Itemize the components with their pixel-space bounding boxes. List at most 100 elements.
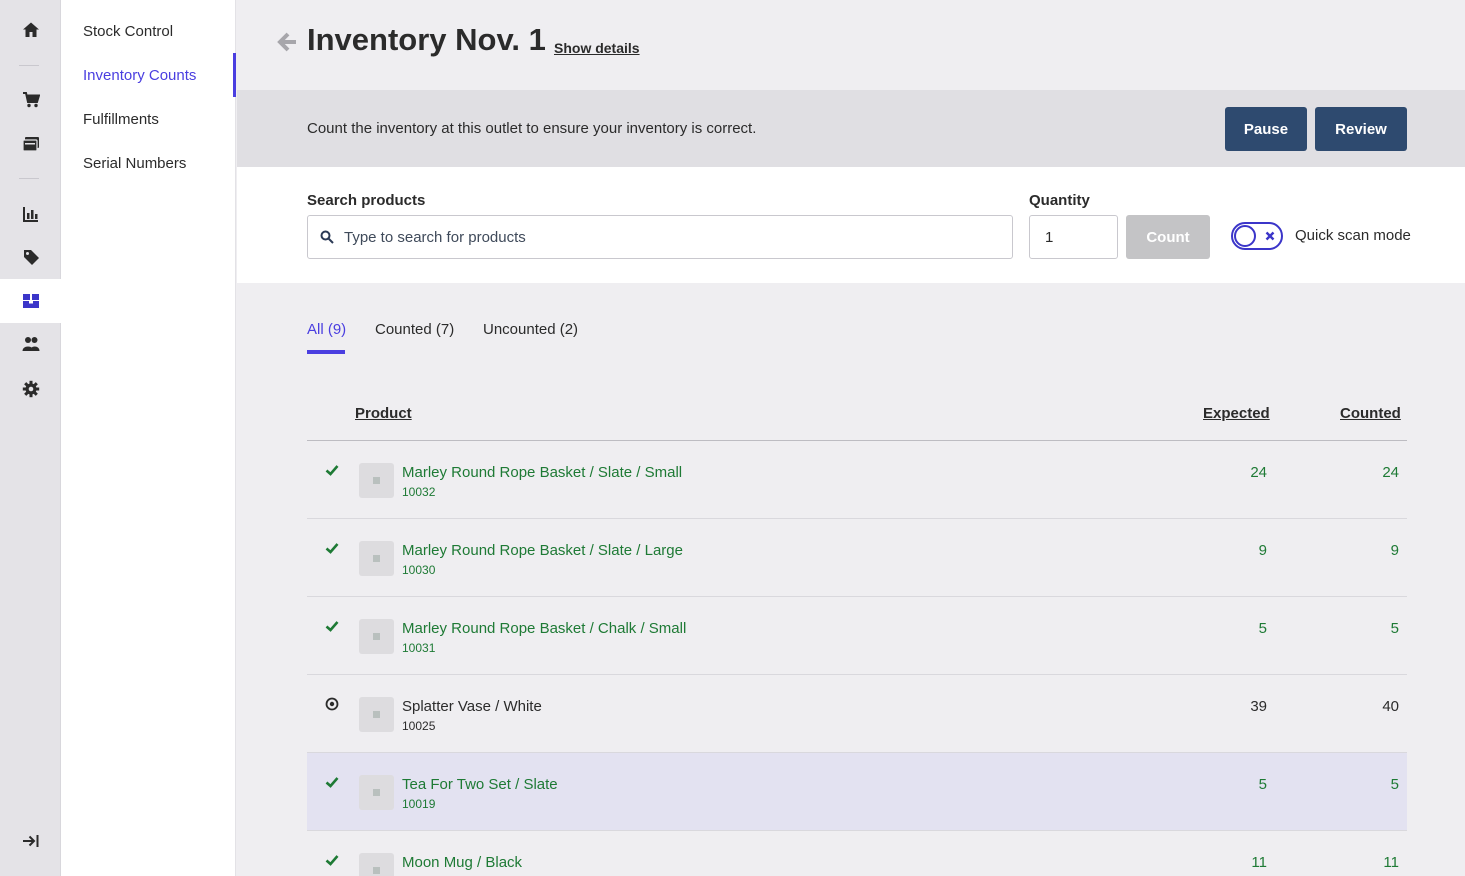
column-header-expected[interactable]: Expected — [1203, 405, 1270, 422]
product-thumbnail — [359, 619, 394, 654]
quick-scan-label: Quick scan mode — [1295, 227, 1411, 244]
rail-expand[interactable] — [0, 819, 61, 863]
counted-quantity: 5 — [1390, 620, 1399, 637]
counted-quantity: 40 — [1382, 698, 1399, 715]
search-panel: Search products Type to search for produ… — [237, 167, 1465, 283]
table-row[interactable]: Tea For Two Set / Slate 10019 5 5 — [307, 753, 1407, 831]
home-icon — [22, 22, 39, 37]
counted-quantity: 24 — [1382, 464, 1399, 481]
table-row[interactable]: Splatter Vase / White 10025 39 40 — [307, 675, 1407, 753]
app-root: Stock Control Inventory Counts Fulfillme… — [0, 0, 1465, 876]
close-icon — [1265, 231, 1275, 241]
expected-quantity: 39 — [1250, 698, 1267, 715]
show-details-link[interactable]: Show details — [554, 40, 640, 56]
product-thumbnail — [359, 697, 394, 732]
rail-reporting[interactable] — [0, 192, 61, 236]
banner-text: Count the inventory at this outlet to en… — [307, 120, 757, 137]
counted-quantity: 5 — [1390, 776, 1399, 793]
tab-counted[interactable]: Counted (7) — [375, 321, 454, 338]
expected-quantity: 9 — [1258, 542, 1267, 559]
subnav-item-fulfillments[interactable]: Fulfillments — [61, 97, 236, 141]
subnav-item-inventory-counts[interactable]: Inventory Counts — [61, 53, 236, 97]
product-name[interactable]: Marley Round Rope Basket / Slate / Large — [402, 542, 683, 559]
back-arrow-icon[interactable] — [275, 28, 299, 56]
search-input[interactable]: Type to search for products — [307, 215, 1013, 259]
product-sku: 10019 — [402, 797, 436, 811]
product-sku: 10032 — [402, 485, 436, 499]
register-icon — [21, 137, 39, 152]
tab-uncounted[interactable]: Uncounted (2) — [483, 321, 578, 338]
rail-catalog[interactable] — [0, 235, 61, 279]
expected-quantity: 24 — [1250, 464, 1267, 481]
rail-divider — [19, 65, 39, 66]
check-icon — [325, 543, 339, 554]
rail-setup[interactable] — [0, 367, 61, 411]
subnav-item-label: Inventory Counts — [83, 66, 197, 84]
table-row[interactable]: Marley Round Rope Basket / Chalk / Small… — [307, 597, 1407, 675]
product-sku: 10031 — [402, 641, 436, 655]
rail-sell[interactable] — [0, 78, 61, 122]
icon-rail — [0, 0, 61, 876]
page-title: Inventory Nov. 1 — [307, 22, 546, 57]
rail-inventory[interactable] — [0, 279, 61, 323]
quantity-label: Quantity — [1029, 192, 1090, 209]
product-name[interactable]: Marley Round Rope Basket / Chalk / Small — [402, 620, 686, 637]
inventory-subnav: Stock Control Inventory Counts Fulfillme… — [61, 0, 236, 876]
main-content: Inventory Nov. 1 Show details Count the … — [237, 0, 1465, 876]
quick-scan-toggle[interactable] — [1231, 222, 1283, 250]
expected-quantity: 5 — [1258, 620, 1267, 637]
page-header: Inventory Nov. 1 Show details — [237, 0, 1465, 90]
rail-customers[interactable] — [0, 322, 61, 366]
subnav-item-serial-numbers[interactable]: Serial Numbers — [61, 141, 236, 185]
column-header-counted[interactable]: Counted — [1340, 405, 1401, 422]
subnav-item-stock-control[interactable]: Stock Control — [61, 9, 236, 53]
check-icon — [325, 621, 339, 632]
table-row[interactable]: Moon Mug / Black 11 11 — [307, 831, 1407, 876]
subnav-item-label: Fulfillments — [83, 110, 159, 128]
product-name[interactable]: Marley Round Rope Basket / Slate / Small — [402, 464, 682, 481]
product-sku: 10030 — [402, 563, 436, 577]
search-icon — [320, 230, 334, 244]
product-thumbnail — [359, 463, 394, 498]
check-icon — [325, 777, 339, 788]
counted-quantity: 11 — [1383, 854, 1399, 871]
rail-home[interactable] — [0, 8, 61, 52]
rail-divider — [19, 178, 39, 179]
cart-icon — [22, 92, 40, 108]
search-label: Search products — [307, 192, 426, 209]
product-name[interactable]: Moon Mug / Black — [402, 854, 522, 871]
counted-quantity: 9 — [1390, 542, 1399, 559]
subnav-item-label: Serial Numbers — [83, 154, 187, 172]
product-name[interactable]: Tea For Two Set / Slate — [402, 776, 558, 793]
check-icon — [325, 465, 339, 476]
chart-icon — [22, 207, 38, 222]
count-button[interactable]: Count — [1126, 215, 1210, 259]
expand-sidebar-icon — [22, 835, 38, 847]
expected-quantity: 5 — [1258, 776, 1267, 793]
product-thumbnail — [359, 541, 394, 576]
target-icon — [325, 697, 339, 711]
table-row[interactable]: Marley Round Rope Basket / Slate / Large… — [307, 519, 1407, 597]
quantity-field[interactable]: 1 — [1029, 215, 1118, 259]
product-thumbnail — [359, 775, 394, 810]
review-button[interactable]: Review — [1315, 107, 1407, 151]
check-icon — [325, 855, 339, 866]
active-tab-indicator — [307, 350, 345, 354]
product-name[interactable]: Splatter Vase / White — [402, 698, 542, 715]
toggle-knob — [1234, 225, 1256, 247]
product-thumbnail — [359, 853, 394, 876]
table-row[interactable]: Marley Round Rope Basket / Slate / Small… — [307, 441, 1407, 519]
column-header-product[interactable]: Product — [355, 405, 412, 422]
pause-button[interactable]: Pause — [1225, 107, 1307, 151]
inventory-icon — [22, 294, 39, 308]
search-placeholder: Type to search for products — [344, 229, 526, 246]
gear-icon — [22, 380, 39, 398]
tag-icon — [23, 250, 39, 265]
customers-icon — [22, 337, 39, 351]
rail-register[interactable] — [0, 122, 61, 166]
info-banner: Count the inventory at this outlet to en… — [237, 90, 1465, 167]
product-sku: 10025 — [402, 719, 436, 733]
subnav-item-label: Stock Control — [83, 22, 174, 40]
tab-all[interactable]: All (9) — [307, 321, 346, 338]
expected-quantity: 11 — [1251, 854, 1267, 871]
